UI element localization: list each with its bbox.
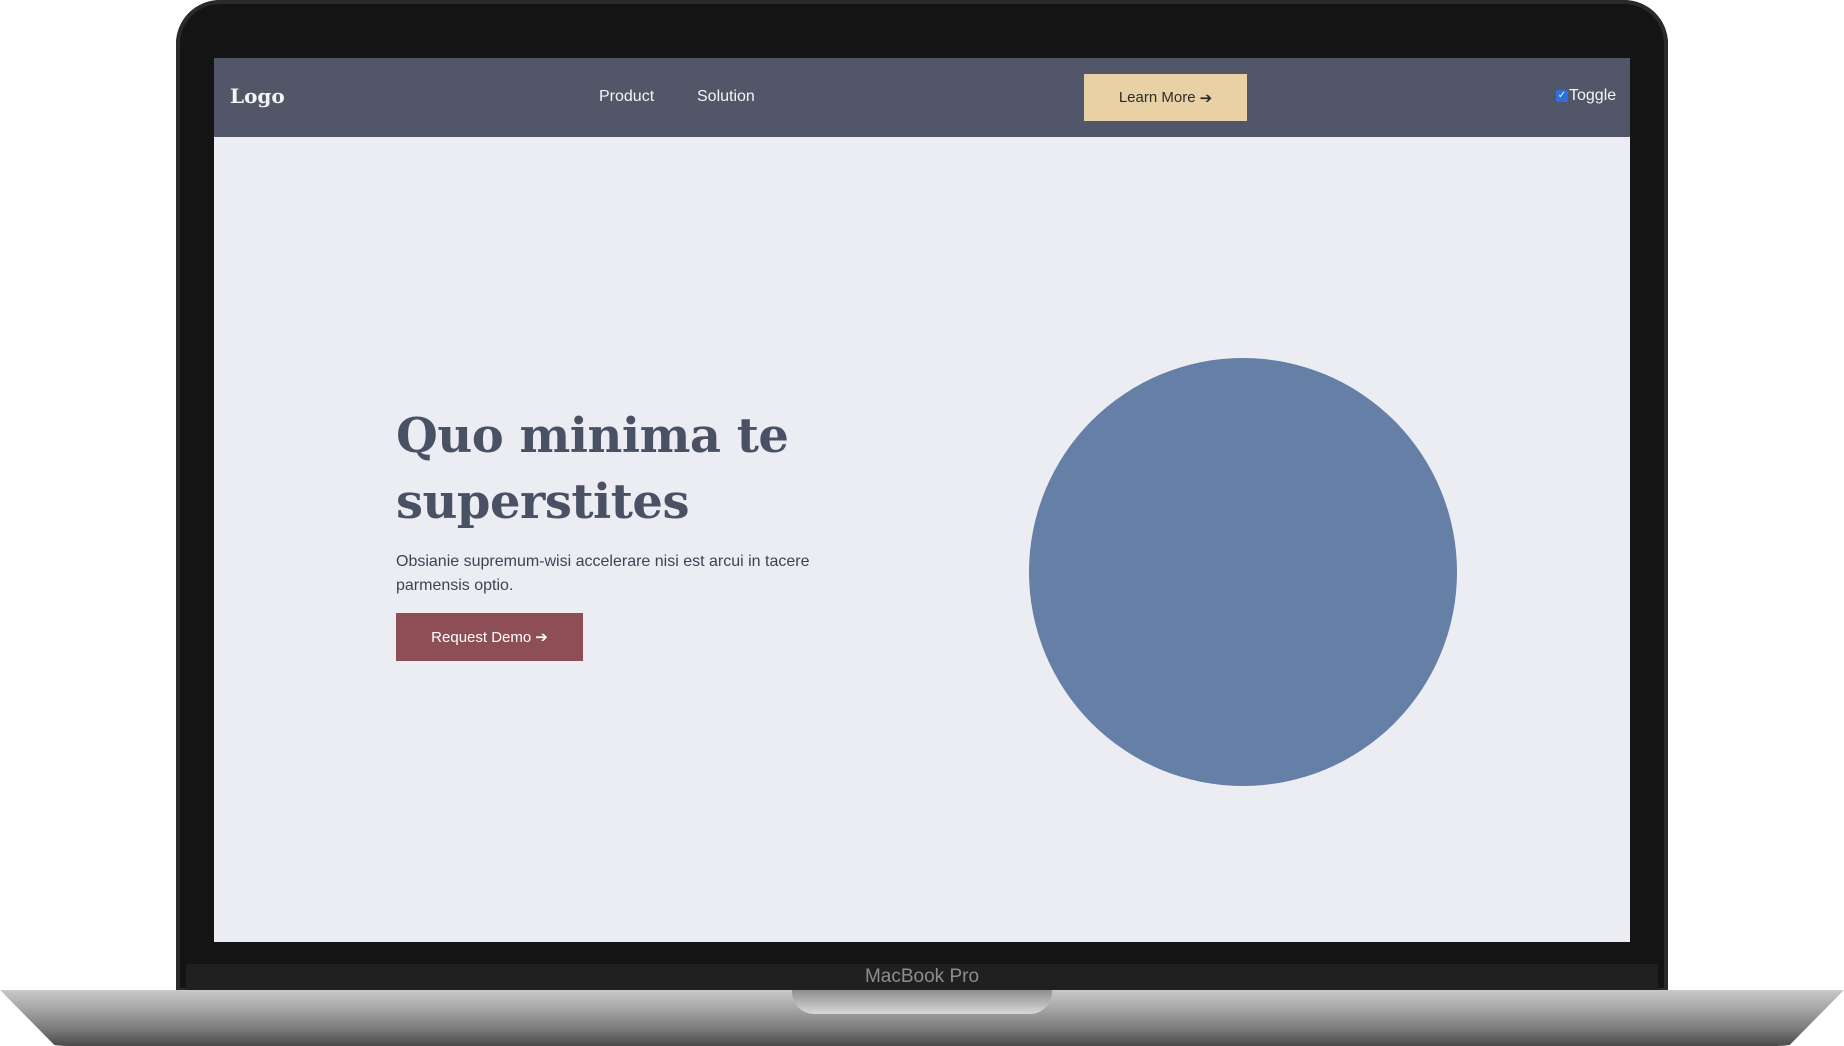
hero-title: Quo minima te superstites (396, 408, 789, 530)
learn-more-label: Learn More (1118, 89, 1196, 106)
toggle[interactable]: ✓ Toggle (1556, 87, 1616, 105)
arrow-right-icon: ➔ (1199, 89, 1213, 107)
request-demo-label: Request Demo (431, 628, 532, 646)
nav-link-product[interactable]: Product (599, 88, 654, 106)
laptop-notch (792, 990, 1052, 1014)
screen: Logo Product Solution Learn More ➔ ✓ Tog… (214, 58, 1630, 942)
navbar: Logo Product Solution Learn More ➔ ✓ Tog… (214, 58, 1630, 137)
nav-link-solution[interactable]: Solution (697, 88, 755, 106)
learn-more-button[interactable]: Learn More ➔ (1084, 74, 1247, 121)
device-label: MacBook Pro (864, 966, 980, 987)
logo[interactable]: Logo (230, 84, 285, 108)
toggle-label: Toggle (1569, 87, 1617, 104)
request-demo-button[interactable]: Request Demo ➔ (396, 613, 583, 661)
hero-description: Obsianie supremum-wisi accelerare nisi e… (396, 553, 810, 594)
arrow-right-icon: ➔ (535, 629, 548, 646)
toggle-checkbox[interactable]: ✓ (1556, 90, 1568, 102)
hero-circle-graphic (1029, 358, 1457, 786)
